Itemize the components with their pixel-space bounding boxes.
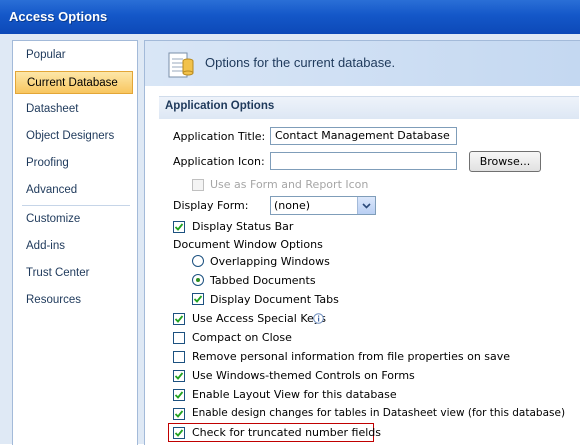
display-form-select[interactable]: (none) (270, 196, 376, 215)
doc-window-label: Document Window Options (173, 238, 323, 251)
app-icon-input[interactable] (270, 152, 457, 170)
section-header: Application Options (159, 96, 579, 119)
sidebar-item-current-database[interactable]: Current Database (15, 71, 133, 94)
themed-controls-checkbox[interactable] (173, 370, 185, 382)
sidebar-item-customize[interactable]: Customize (15, 208, 133, 231)
app-icon-label: Application Icon: (173, 155, 265, 168)
info-icon[interactable] (313, 313, 324, 324)
sidebar: Popular Current Database Datasheet Objec… (12, 40, 138, 445)
compact-on-close-checkbox[interactable] (173, 332, 185, 344)
form-report-icon-checkbox[interactable] (192, 179, 204, 191)
tabbed-documents-radio[interactable] (192, 274, 204, 286)
sidebar-divider (22, 205, 130, 206)
tabbed-documents-label: Tabbed Documents (210, 274, 316, 287)
sidebar-item-trust-center[interactable]: Trust Center (15, 262, 133, 285)
special-keys-checkbox[interactable] (173, 313, 185, 325)
chevron-down-icon[interactable] (357, 197, 375, 214)
sidebar-item-popular[interactable]: Popular (15, 44, 133, 67)
display-form-value: (none) (274, 199, 311, 212)
remove-personal-info-label: Remove personal information from file pr… (192, 350, 511, 363)
document-tabs-label: Display Document Tabs (210, 293, 339, 306)
truncated-fields-checkbox[interactable] (173, 427, 185, 439)
banner: Options for the current database. (145, 41, 580, 86)
sidebar-item-add-ins[interactable]: Add-ins (15, 235, 133, 258)
app-title-label: Application Title: (173, 130, 266, 143)
special-keys-label: Use Access Special Keys (192, 312, 327, 325)
section-title: Application Options (165, 100, 275, 112)
display-form-label: Display Form: (173, 199, 249, 212)
layout-view-label: Enable Layout View for this database (192, 388, 397, 401)
status-bar-label: Display Status Bar (192, 220, 294, 233)
compact-on-close-label: Compact on Close (192, 331, 292, 344)
app-title-input[interactable]: Contact Management Database (270, 127, 457, 145)
themed-controls-label: Use Windows-themed Controls on Forms (192, 369, 415, 382)
sidebar-item-resources[interactable]: Resources (15, 289, 133, 312)
overlapping-windows-radio[interactable] (192, 255, 204, 267)
document-tabs-checkbox[interactable] (192, 293, 204, 305)
overlapping-windows-label: Overlapping Windows (210, 255, 330, 268)
sidebar-item-advanced[interactable]: Advanced (15, 179, 133, 202)
design-changes-label: Enable design changes for tables in Data… (192, 407, 566, 419)
radio-selected-dot (196, 278, 200, 282)
form-report-icon-label: Use as Form and Report Icon (210, 178, 369, 191)
truncated-fields-label: Check for truncated number fields (192, 426, 381, 439)
layout-view-checkbox[interactable] (173, 389, 185, 401)
window-title: Access Options (9, 9, 108, 24)
remove-personal-info-checkbox[interactable] (173, 351, 185, 363)
options-panel: Options for the current database. Applic… (144, 40, 580, 445)
sidebar-item-proofing[interactable]: Proofing (15, 152, 133, 175)
browse-button[interactable]: Browse... (469, 151, 541, 172)
sidebar-item-object-designers[interactable]: Object Designers (15, 125, 133, 148)
banner-text: Options for the current database. (205, 55, 396, 70)
database-options-icon (168, 52, 194, 78)
sidebar-item-datasheet[interactable]: Datasheet (15, 98, 133, 121)
design-changes-checkbox[interactable] (173, 408, 185, 420)
title-bar: Access Options (0, 0, 580, 34)
status-bar-checkbox[interactable] (173, 221, 185, 233)
